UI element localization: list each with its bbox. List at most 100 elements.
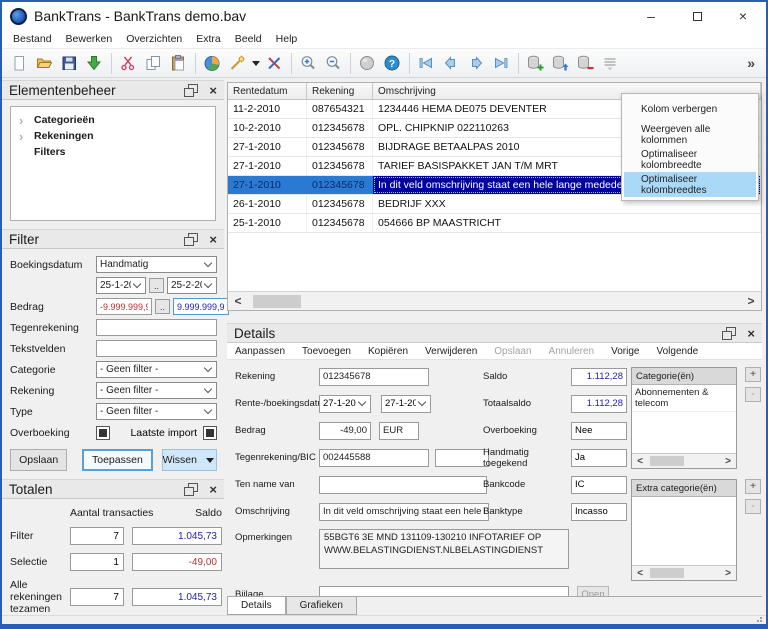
- close-panel-icon[interactable]: ×: [209, 84, 217, 97]
- float-panel-icon[interactable]: [184, 84, 197, 96]
- expand-chevron-icon[interactable]: ›: [19, 114, 34, 127]
- add-record-button[interactable]: [523, 51, 548, 76]
- rekening-input[interactable]: [319, 368, 429, 386]
- scroll-left-icon[interactable]: <: [632, 456, 648, 467]
- action-kopi-ren[interactable]: Kopiëren: [368, 346, 408, 357]
- paste-button[interactable]: [166, 51, 191, 76]
- float-panel-icon[interactable]: [184, 233, 197, 245]
- scroll-right-icon[interactable]: >: [720, 568, 736, 579]
- action-verwijderen[interactable]: Verwijderen: [425, 346, 477, 357]
- tree-item-categorie-n[interactable]: ›Categorieën: [11, 112, 215, 128]
- scroll-left-icon[interactable]: <: [632, 568, 648, 579]
- opmerkingen-textarea[interactable]: 55BGT6 3E MND 131109-130210 INFOTARIEF O…: [319, 529, 569, 569]
- cell-rentedatum[interactable]: 11-2-2010: [228, 100, 307, 118]
- copy-button[interactable]: [141, 51, 166, 76]
- maximize-button[interactable]: [674, 2, 720, 30]
- bedrag-range-button[interactable]: ..: [155, 299, 170, 314]
- cut-button[interactable]: [116, 51, 141, 76]
- scroll-right-icon[interactable]: >: [720, 456, 736, 467]
- date-to-select[interactable]: 25-2-2024: [167, 277, 217, 294]
- action-vorige[interactable]: Vorige: [611, 346, 639, 357]
- rekening-select[interactable]: - Geen filter -: [96, 382, 217, 399]
- action-aanpassen[interactable]: Aanpassen: [235, 346, 285, 357]
- open-file-button[interactable]: [32, 51, 57, 76]
- context-menu-weergeven-alle-kolommen[interactable]: Weergeven alle kolommen: [624, 122, 756, 147]
- remove-category-button[interactable]: -: [745, 387, 761, 402]
- tools-button[interactable]: [262, 51, 287, 76]
- delete-record-button[interactable]: [573, 51, 598, 76]
- laatste-import-checkbox[interactable]: [203, 426, 217, 440]
- tegenrekening-detail-input[interactable]: [319, 449, 429, 467]
- context-menu-optimaliseer-kolombreedtes[interactable]: Optimaliseer kolombreedtes: [624, 172, 756, 197]
- update-record-button[interactable]: [548, 51, 573, 76]
- tab-grafieken[interactable]: Grafieken: [286, 597, 357, 615]
- ten-name-van-input[interactable]: [319, 476, 487, 494]
- menu-bewerken[interactable]: Bewerken: [59, 33, 120, 45]
- type-select[interactable]: - Geen filter -: [96, 403, 217, 420]
- context-menu-optimaliseer-kolombreedte[interactable]: Optimaliseer kolombreedte: [624, 147, 756, 172]
- categories-scrollbar[interactable]: < >: [632, 453, 736, 468]
- previous-record-button[interactable]: [439, 51, 464, 76]
- tree-item-rekeningen[interactable]: ›Rekeningen: [11, 128, 215, 144]
- float-panel-icon[interactable]: [722, 327, 735, 339]
- boekingsdatum-detail-select[interactable]: 27-1-20: [381, 395, 431, 413]
- next-record-button[interactable]: [464, 51, 489, 76]
- column-header-rekening[interactable]: Rekening: [307, 83, 373, 99]
- cell-rentedatum[interactable]: 25-1-2010: [228, 214, 307, 232]
- scrollbar-thumb[interactable]: [253, 295, 301, 308]
- overboeking-checkbox[interactable]: [96, 426, 110, 440]
- close-button[interactable]: ×: [720, 2, 766, 30]
- cell-rentedatum[interactable]: 10-2-2010: [228, 119, 307, 137]
- toolbar-overflow-button[interactable]: »: [747, 55, 761, 71]
- auto-categorize-button[interactable]: [225, 51, 250, 76]
- menu-extra[interactable]: Extra: [189, 33, 228, 45]
- add-category-button[interactable]: +: [745, 367, 761, 382]
- context-menu-kolom-verbergen[interactable]: Kolom verbergen: [624, 97, 756, 122]
- cell-rekening[interactable]: 012345678: [307, 138, 373, 156]
- remove-extra-category-button[interactable]: -: [745, 499, 761, 514]
- scroll-right-icon[interactable]: >: [741, 294, 761, 308]
- cell-rentedatum[interactable]: 27-1-2010: [228, 157, 307, 175]
- categorize-dropdown-button[interactable]: [250, 51, 262, 76]
- globe-button[interactable]: [355, 51, 380, 76]
- cell-rekening[interactable]: 012345678: [307, 157, 373, 175]
- rentedatum-select[interactable]: 27-1-2010: [319, 395, 371, 413]
- toepassen-button[interactable]: Toepassen: [82, 449, 152, 471]
- pie-chart-button[interactable]: [200, 51, 225, 76]
- new-document-button[interactable]: [7, 51, 32, 76]
- cell-rentedatum[interactable]: 27-1-2010: [228, 138, 307, 156]
- valuta-input[interactable]: [379, 422, 419, 440]
- bedrag-max-input[interactable]: [173, 298, 229, 315]
- cell-rekening[interactable]: 012345678: [307, 119, 373, 137]
- omschrijving-input[interactable]: [319, 503, 489, 521]
- close-panel-icon[interactable]: ×: [747, 327, 755, 340]
- cell-rentedatum[interactable]: 26-1-2010: [228, 195, 307, 213]
- cell-rekening[interactable]: 012345678: [307, 214, 373, 232]
- scrollbar-thumb[interactable]: [650, 456, 684, 466]
- duplicate-filter-button[interactable]: [598, 51, 623, 76]
- first-record-button[interactable]: [414, 51, 439, 76]
- scroll-left-icon[interactable]: <: [228, 294, 248, 308]
- cell-rekening[interactable]: 012345678: [307, 195, 373, 213]
- last-record-button[interactable]: [489, 51, 514, 76]
- import-download-button[interactable]: [82, 51, 107, 76]
- menu-bestand[interactable]: Bestand: [6, 33, 59, 45]
- date-from-select[interactable]: 25-1-2010: [96, 277, 146, 294]
- category-item[interactable]: Abonnementen & telecom: [632, 385, 736, 412]
- bic-input[interactable]: [435, 449, 489, 467]
- tegenrekening-input[interactable]: [96, 319, 217, 336]
- opslaan-button[interactable]: Opslaan: [10, 449, 67, 471]
- horizontal-scrollbar[interactable]: < >: [228, 291, 761, 310]
- date-range-button[interactable]: ..: [149, 278, 164, 293]
- cell-omschrijving[interactable]: 054666 BP MAASTRICHT: [373, 214, 761, 232]
- expand-chevron-icon[interactable]: ›: [19, 130, 34, 143]
- tekstvelden-input[interactable]: [96, 340, 217, 357]
- categorie-select[interactable]: - Geen filter -: [96, 361, 217, 378]
- action-toevoegen[interactable]: Toevoegen: [302, 346, 351, 357]
- menu-overzichten[interactable]: Overzichten: [119, 33, 189, 45]
- wissen-button[interactable]: Wissen: [162, 449, 217, 471]
- zoom-in-button[interactable]: [296, 51, 321, 76]
- column-header-rentedatum[interactable]: Rentedatum: [228, 83, 307, 99]
- save-file-button[interactable]: [57, 51, 82, 76]
- menu-beeld[interactable]: Beeld: [228, 33, 269, 45]
